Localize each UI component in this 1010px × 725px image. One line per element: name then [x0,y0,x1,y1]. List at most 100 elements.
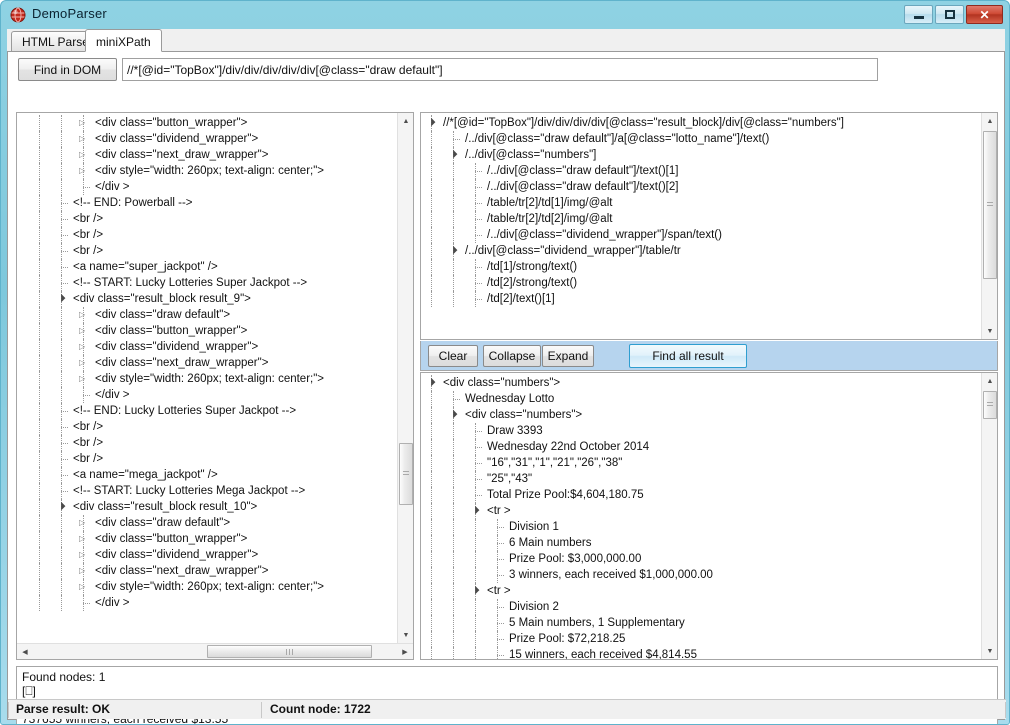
result-node-label: "25","43" [487,473,533,485]
tree-row[interactable]: <br /> [17,435,397,451]
xpath-tree-rows[interactable]: //*[@id="TopBox"]/div/div/div/div[@class… [421,113,981,339]
tree-row[interactable]: <!-- END: Lucky Lotteries Super Jackpot … [17,403,397,419]
result-node-label: Division 1 [509,521,559,533]
dom-tree-rows[interactable]: <div class="button_wrapper"> <div class="… [17,113,397,643]
tree-row[interactable]: <div style="width: 260px; text-align: ce… [17,163,397,179]
dom-tree-panel[interactable]: <div class="button_wrapper"> <div class="… [16,112,414,660]
find-in-dom-button[interactable]: Find in DOM [18,58,117,81]
dom-tree-horizontal-scrollbar[interactable]: ◀ ▶ [17,643,413,659]
tree-row[interactable]: <a name="mega_jackpot" /> [17,467,397,483]
tree-row[interactable]: Wednesday 22nd October 2014 [421,439,981,455]
tree-row[interactable]: <div class="button_wrapper"> [17,531,397,547]
xpath-input[interactable] [122,58,878,81]
tree-row[interactable]: 5 Main numbers, 1 Supplementary [421,615,981,631]
scroll-down-icon[interactable]: ▼ [398,627,413,643]
tree-row[interactable]: <div class="dividend_wrapper"> [17,339,397,355]
tree-row[interactable]: /../div[@class="draw default"]/text()[1] [421,163,981,179]
clear-button[interactable]: Clear [428,345,478,367]
tree-row[interactable]: "25","43" [421,471,981,487]
scroll-down-icon[interactable]: ▼ [982,323,997,339]
expand-button[interactable]: Expand [542,345,594,367]
dom-node-label: <div class="dividend_wrapper"> [95,133,259,145]
tree-row[interactable]: /table/tr[2]/td[1]/img/@alt [421,195,981,211]
tree-row[interactable]: <div class="draw default"> [17,515,397,531]
tree-row[interactable]: <!-- START: Lucky Lotteries Mega Jackpot… [17,483,397,499]
minimize-button[interactable] [904,5,933,24]
tree-row[interactable]: 6 Main numbers [421,535,981,551]
tree-row[interactable]: <!-- END: Powerball --> [17,195,397,211]
tree-row[interactable]: "16","31","1","21","26","38" [421,455,981,471]
scroll-right-icon[interactable]: ▶ [397,644,413,659]
tree-row[interactable]: </div > [17,387,397,403]
tree-row[interactable]: <div class="next_draw_wrapper"> [17,563,397,579]
tree-row[interactable]: /../div[@class="draw default"]/a[@class=… [421,131,981,147]
tree-row[interactable]: /../div[@class="numbers"] [421,147,981,163]
tree-row[interactable]: <br /> [17,211,397,227]
tree-row[interactable]: <tr > [421,583,981,599]
tree-row[interactable]: Total Prize Pool:$4,604,180.75 [421,487,981,503]
tree-row[interactable]: //*[@id="TopBox"]/div/div/div/div[@class… [421,115,981,131]
result-tree-panel[interactable]: <div class="numbers"> Wednesday Lotto <div… [420,372,998,660]
tree-row[interactable]: <div class="dividend_wrapper"> [17,131,397,147]
tree-row[interactable]: <div class="numbers"> [421,375,981,391]
tree-row[interactable]: <div class="next_draw_wrapper"> [17,147,397,163]
tree-row[interactable]: <br /> [17,419,397,435]
dom-node-label: <div class="next_draw_wrapper"> [95,565,269,577]
tree-row[interactable]: <div class="numbers"> [421,407,981,423]
scroll-up-icon[interactable]: ▲ [982,373,997,389]
tree-row[interactable]: Division 1 [421,519,981,535]
tree-row[interactable]: <div style="width: 260px; text-align: ce… [17,371,397,387]
tree-row[interactable]: /../div[@class="dividend_wrapper"]/table… [421,243,981,259]
tree-row[interactable]: /table/tr[2]/td[2]/img/@alt [421,211,981,227]
tree-row[interactable]: <br /> [17,243,397,259]
tree-row[interactable]: <a name="super_jackpot" /> [17,259,397,275]
tree-row[interactable]: </div > [17,179,397,195]
scroll-left-icon[interactable]: ◀ [17,644,33,659]
tree-row[interactable]: <br /> [17,227,397,243]
tree-row[interactable]: <div class="button_wrapper"> [17,115,397,131]
tree-row[interactable]: <div class="draw default"> [17,307,397,323]
tree-row[interactable]: Wednesday Lotto [421,391,981,407]
tree-row[interactable]: /td[2]/text()[1] [421,291,981,307]
tree-row[interactable]: /../div[@class="dividend_wrapper"]/span/… [421,227,981,243]
tree-row[interactable]: 15 winners, each received $4,814.55 [421,647,981,659]
dom-tree-vertical-scrollbar[interactable]: ▲ ▼ [397,113,413,643]
tree-row[interactable]: <!-- START: Lucky Lotteries Super Jackpo… [17,275,397,291]
tree-row[interactable]: /td[1]/strong/text() [421,259,981,275]
scrollbar-thumb[interactable] [399,443,413,505]
tree-row[interactable]: <div class="result_block result_9"> [17,291,397,307]
close-button[interactable]: ✕ [966,5,1003,24]
result-node-label: Wednesday 22nd October 2014 [487,441,650,453]
tree-row[interactable]: Division 2 [421,599,981,615]
app-globe-icon [10,7,26,23]
scrollbar-thumb[interactable] [983,391,997,419]
tree-row[interactable]: /td[2]/strong/text() [421,275,981,291]
tree-row[interactable]: <div class="result_block result_10"> [17,499,397,515]
tree-row[interactable]: Draw 3393 [421,423,981,439]
tree-row[interactable]: <div class="button_wrapper"> [17,323,397,339]
tree-row[interactable]: <div class="next_draw_wrapper"> [17,355,397,371]
tree-row[interactable]: 3 winners, each received $1,000,000.00 [421,567,981,583]
scroll-down-icon[interactable]: ▼ [982,643,997,659]
xpath-tree-vertical-scrollbar[interactable]: ▲ ▼ [981,113,997,339]
maximize-button[interactable] [935,5,964,24]
tab-minixpath[interactable]: miniXPath [85,29,162,52]
tree-row[interactable]: Prize Pool: $3,000,000.00 [421,551,981,567]
scrollbar-thumb[interactable] [983,131,997,279]
result-tree-vertical-scrollbar[interactable]: ▲ ▼ [981,373,997,659]
tree-row[interactable]: <tr > [421,503,981,519]
tree-row[interactable]: <div class="dividend_wrapper"> [17,547,397,563]
find-all-result-button[interactable]: Find all result [629,344,747,368]
title-bar: DemoParser ✕ [1,1,1009,29]
tree-row[interactable]: Prize Pool: $72,218.25 [421,631,981,647]
tree-row[interactable]: <div style="width: 260px; text-align: ce… [17,579,397,595]
scroll-up-icon[interactable]: ▲ [982,113,997,129]
scrollbar-thumb-h[interactable] [207,645,372,658]
scroll-up-icon[interactable]: ▲ [398,113,413,129]
xpath-tree-panel[interactable]: //*[@id="TopBox"]/div/div/div/div[@class… [420,112,998,340]
collapse-button[interactable]: Collapse [483,345,541,367]
result-tree-rows[interactable]: <div class="numbers"> Wednesday Lotto <div… [421,373,981,659]
tree-row[interactable]: <br /> [17,451,397,467]
tree-row[interactable]: </div > [17,595,397,611]
tree-row[interactable]: /../div[@class="draw default"]/text()[2] [421,179,981,195]
